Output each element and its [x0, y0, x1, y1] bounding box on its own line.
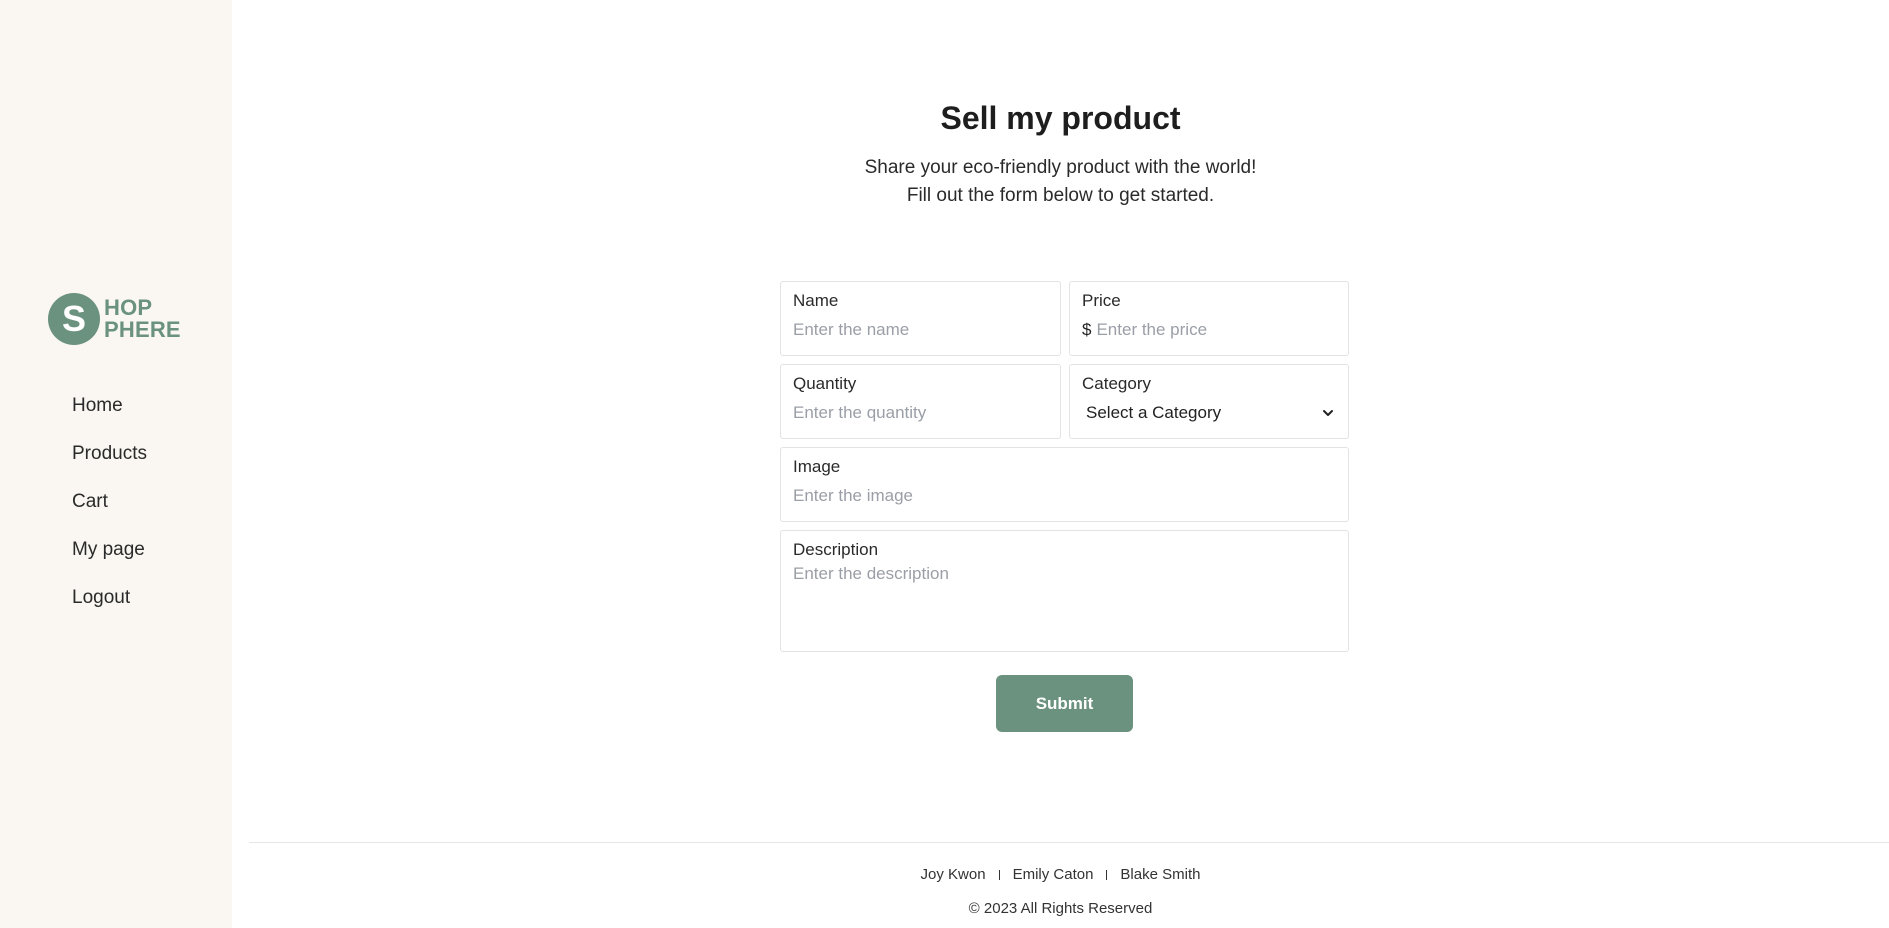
footer-name: Joy Kwon [920, 866, 986, 883]
price-input[interactable] [1096, 320, 1336, 340]
category-selected-value: Select a Category [1086, 403, 1222, 422]
category-field[interactable]: Category Select a Category [1069, 364, 1349, 439]
description-textarea[interactable] [793, 564, 1336, 634]
price-row: $ [1082, 320, 1336, 340]
footer-credits: Joy Kwon Emily Caton Blake Smith [232, 865, 1889, 885]
sidebar-item-products[interactable]: Products [72, 440, 147, 488]
footer-name: Emily Caton [1012, 866, 1094, 883]
description-field[interactable]: Description [780, 530, 1349, 652]
category-select[interactable]: Select a Category [1082, 403, 1336, 423]
logo-line-2: PHERE [104, 317, 181, 342]
quantity-label: Quantity [793, 374, 857, 393]
name-input[interactable] [793, 320, 1048, 340]
sidebar: S HOP PHERE Home Products Cart My page L… [0, 0, 232, 928]
sidebar-item-logout[interactable]: Logout [72, 584, 147, 632]
chevron-down-icon [1323, 410, 1333, 416]
logo-mark: S [48, 293, 100, 345]
app-root: S HOP PHERE Home Products Cart My page L… [0, 0, 1889, 928]
logo-wordmark: HOP PHERE [104, 297, 181, 341]
category-label: Category [1082, 374, 1151, 393]
subtitle-line-2: Fill out the form below to get started. [906, 185, 1215, 206]
price-field[interactable]: Price $ [1069, 281, 1349, 356]
sidebar-item-my-page[interactable]: My page [72, 536, 147, 584]
submit-button[interactable]: Submit [996, 675, 1133, 732]
quantity-input[interactable] [793, 403, 1048, 423]
brand-logo[interactable]: S HOP PHERE [48, 293, 181, 345]
image-input[interactable] [793, 486, 1336, 506]
image-field[interactable]: Image [780, 447, 1349, 522]
image-label: Image [793, 457, 841, 476]
main-content: Sell my product Share your eco-friendly … [232, 0, 1889, 928]
price-label: Price [1082, 291, 1121, 310]
name-label: Name [793, 291, 839, 310]
quantity-field[interactable]: Quantity [780, 364, 1061, 439]
footer-name: Blake Smith [1120, 866, 1201, 883]
description-label: Description [793, 540, 879, 559]
sidebar-nav: Home Products Cart My page Logout [72, 392, 147, 632]
currency-symbol: $ [1082, 320, 1092, 339]
subtitle-line-1: Share your eco-friendly product with the… [864, 157, 1257, 178]
sidebar-item-home[interactable]: Home [72, 392, 147, 440]
sidebar-item-cart[interactable]: Cart [72, 488, 147, 536]
footer-separator [998, 870, 1000, 881]
footer-separator [1106, 870, 1108, 881]
copyright: © 2023 All Rights Reserved [968, 900, 1153, 917]
logo-line-1: HOP [104, 295, 153, 320]
footer-divider [249, 842, 1889, 843]
page-subtitle: Share your eco-friendly product with the… [232, 154, 1889, 210]
name-field[interactable]: Name [780, 281, 1061, 356]
page-title: Sell my product [940, 100, 1181, 136]
